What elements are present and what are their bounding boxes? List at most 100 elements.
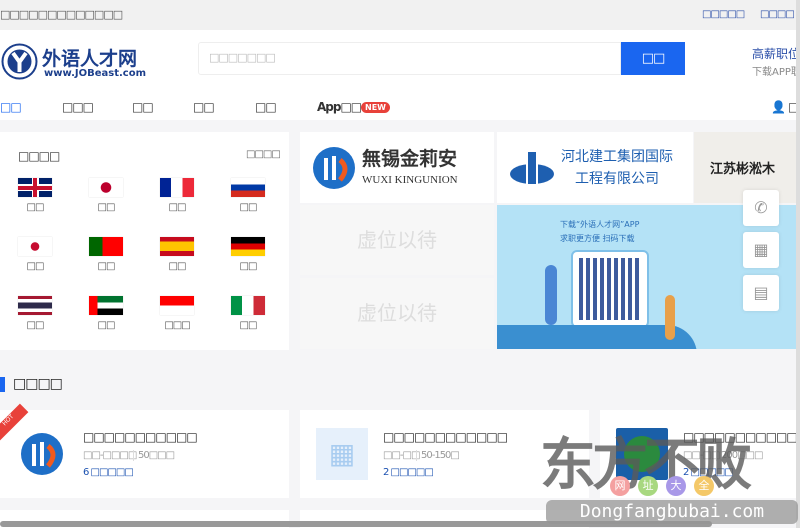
company-industry: □□-□□ bbox=[383, 450, 420, 461]
language-item-uae[interactable]: □□ bbox=[81, 296, 131, 336]
language-label: □□ bbox=[97, 202, 116, 213]
wuxi-logo-icon bbox=[313, 147, 355, 189]
language-item-japan[interactable]: □□ bbox=[81, 178, 131, 218]
germany-flag-icon bbox=[231, 237, 265, 256]
language-label: □□ bbox=[26, 202, 45, 213]
section-title: □□□□ bbox=[13, 376, 63, 392]
ad-placeholder-2[interactable]: 虚位以待 bbox=[300, 278, 494, 349]
jiangsu-text: 江苏彬淞木 bbox=[710, 162, 776, 177]
banner-line-1: 下载“外语人才网”APP bbox=[560, 220, 640, 229]
site-logo[interactable]: 外语人才网 www.JOBeast.com bbox=[0, 42, 146, 82]
hebei-line-2: 工程有限公司 bbox=[575, 171, 659, 187]
company-jobs[interactable]: 2 □□□□□ bbox=[683, 467, 734, 478]
qr-icon[interactable]: ▦ bbox=[743, 232, 779, 268]
italy-flag-icon bbox=[231, 296, 265, 315]
search-button[interactable]: □□ bbox=[621, 42, 685, 75]
company-card[interactable]: □□□□□□□□□□□□□□□□ □□-□□ 200□□□ 2 □□□□□ bbox=[600, 410, 800, 498]
search-input[interactable]: □□□□□□□ bbox=[198, 42, 621, 75]
language-label: □□ bbox=[239, 261, 258, 272]
user-icon[interactable]: 👤 bbox=[771, 100, 786, 114]
france-flag-icon bbox=[160, 178, 194, 197]
japan-flag-icon bbox=[89, 178, 123, 197]
phone-icon[interactable]: ✆ bbox=[743, 190, 779, 226]
horizontal-scrollbar[interactable] bbox=[0, 521, 712, 527]
logo-name: 外语人才网 bbox=[42, 48, 138, 70]
new-badge: NEW bbox=[361, 102, 390, 113]
language-item-italy[interactable]: □□ bbox=[223, 296, 273, 336]
korea-flag-icon bbox=[18, 237, 52, 256]
language-item-indonesia[interactable]: □□□ bbox=[152, 296, 202, 336]
qr-code-icon bbox=[571, 250, 649, 328]
building-icon: ▦ bbox=[316, 428, 368, 480]
company-size: 50-150□ bbox=[416, 450, 460, 461]
ad-placeholder-1[interactable]: 虚位以待 bbox=[300, 205, 494, 275]
nav-item-4[interactable]: □□ bbox=[193, 100, 215, 114]
language-label: □□ bbox=[26, 261, 45, 272]
nav-item-5[interactable]: □□ bbox=[255, 100, 277, 114]
vertical-scrollbar[interactable] bbox=[796, 0, 800, 528]
russia-flag-icon bbox=[231, 178, 265, 197]
language-label: □□ bbox=[239, 320, 258, 331]
spain-flag-icon bbox=[160, 237, 194, 256]
language-item-thailand[interactable]: □□ bbox=[10, 296, 60, 336]
language-panel: □□□□ □□□□ □□ □□ □□ □□ □□ □□ □□ □□ □□ □□ □□□ □□ bbox=[0, 132, 289, 350]
language-label: □□ bbox=[26, 320, 45, 331]
ad-hebei[interactable]: 河北建工集团国际 工程有限公司 bbox=[497, 132, 693, 203]
person-illustration bbox=[665, 295, 675, 340]
company-size: 50□□□ bbox=[133, 450, 175, 461]
language-label: □□ bbox=[97, 261, 116, 272]
banner-line-2: 求职更方便 扫码下载 bbox=[560, 234, 635, 243]
company-logo bbox=[21, 433, 63, 475]
uk-flag-icon bbox=[18, 178, 52, 197]
language-item-portugal[interactable]: □□ bbox=[81, 237, 131, 277]
language-label: □□ bbox=[239, 202, 258, 213]
nav-item-app[interactable]: App□□ bbox=[317, 100, 362, 114]
language-item-spain[interactable]: □□ bbox=[152, 237, 202, 277]
company-industry: □□-□□□□ bbox=[83, 450, 137, 461]
portugal-flag-icon bbox=[89, 237, 123, 256]
language-title: □□□□ bbox=[18, 149, 60, 163]
top-bar: □□□□□□□□□□□□□ □□□□□ □□□□ bbox=[0, 0, 800, 30]
uae-flag-icon bbox=[89, 296, 123, 315]
language-item-uk[interactable]: □□ bbox=[10, 178, 60, 218]
section-marker bbox=[0, 377, 5, 392]
company-card[interactable]: ▦ □□□□□□□□□□□□ □□-□□ 50-150□ 2 □□□□□ bbox=[300, 410, 589, 498]
company-card[interactable]: HOT □□□□□□□□□□□ □□-□□□□ 50□□□ 6 □□□□□ bbox=[0, 403, 289, 498]
hebei-logo-icon bbox=[510, 150, 554, 184]
promo-title[interactable]: 高薪职位 bbox=[752, 45, 800, 62]
ad-wuxi-kingunion[interactable]: 無锡金莉安 WUXI KINGUNION bbox=[300, 132, 494, 203]
company-jobs[interactable]: 6 □□□□□ bbox=[83, 467, 134, 478]
person-illustration bbox=[545, 265, 557, 325]
company-logo bbox=[616, 428, 668, 480]
language-item-korea[interactable]: □□ bbox=[10, 237, 60, 277]
language-label: □□□ bbox=[164, 320, 190, 331]
wuxi-en: WUXI KINGUNION bbox=[362, 174, 458, 186]
language-label: □□ bbox=[168, 261, 187, 272]
top-link-2[interactable]: □□□□ bbox=[760, 9, 795, 20]
language-item-russia[interactable]: □□ bbox=[223, 178, 273, 218]
company-name[interactable]: □□□□□□□□□□□□□□□□ bbox=[683, 430, 800, 444]
company-size: 200□□□ bbox=[716, 450, 763, 461]
wuxi-cn: 無锡金莉安 bbox=[362, 148, 458, 170]
feedback-icon[interactable]: ▤ bbox=[743, 275, 779, 311]
promo-subtitle: 下载APP职 bbox=[752, 67, 800, 78]
language-label: □□ bbox=[168, 202, 187, 213]
nav-item-2[interactable]: □□□ bbox=[62, 100, 94, 114]
company-name[interactable]: □□□□□□□□□□□ bbox=[83, 430, 198, 444]
language-item-france[interactable]: □□ bbox=[152, 178, 202, 218]
indonesia-flag-icon bbox=[160, 296, 194, 315]
company-jobs[interactable]: 2 □□□□□ bbox=[383, 467, 434, 478]
welcome-text: □□□□□□□□□□□□□ bbox=[0, 8, 123, 21]
nav-item-home[interactable]: □□ bbox=[0, 100, 22, 114]
top-link-1[interactable]: □□□□□ bbox=[702, 9, 745, 20]
hebei-line-1: 河北建工集团国际 bbox=[561, 149, 673, 165]
logo-emblem-icon bbox=[1, 43, 38, 80]
language-more-link[interactable]: □□□□ bbox=[246, 149, 281, 160]
company-name[interactable]: □□□□□□□□□□□□ bbox=[383, 430, 508, 444]
nav-item-3[interactable]: □□ bbox=[132, 100, 154, 114]
logo-url: www.JOBeast.com bbox=[44, 68, 146, 79]
language-item-germany[interactable]: □□ bbox=[223, 237, 273, 277]
thailand-flag-icon bbox=[18, 296, 52, 315]
company-industry: □□-□□ bbox=[683, 450, 720, 461]
language-label: □□ bbox=[97, 320, 116, 331]
